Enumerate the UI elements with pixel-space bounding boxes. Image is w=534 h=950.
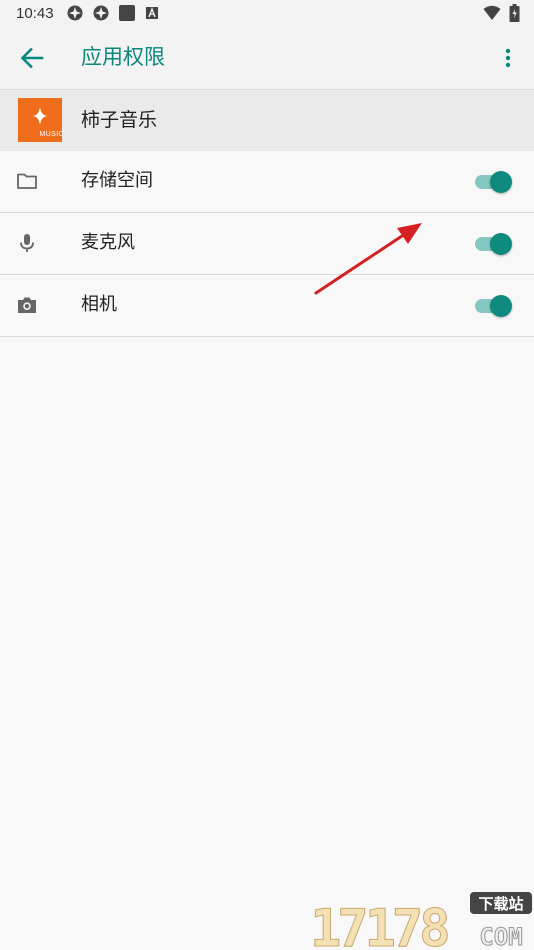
sync-icon: [67, 5, 83, 21]
arrow-left-icon: [20, 47, 44, 69]
status-bar: 10:43: [0, 0, 534, 27]
watermark-number: 17178: [310, 899, 448, 950]
toggle-thumb: [490, 233, 512, 255]
permission-row-microphone[interactable]: 麦克风: [0, 213, 534, 275]
status-system-icons: [483, 4, 520, 22]
back-button[interactable]: [18, 44, 46, 72]
permission-label: 麦克风: [81, 232, 135, 253]
toggle-thumb: [490, 171, 512, 193]
more-options-button[interactable]: [496, 46, 520, 70]
watermark-domain: COM: [479, 923, 522, 950]
folder-icon: [17, 173, 37, 189]
annotation-arrow: [314, 223, 422, 295]
site-watermark: 17178 下载站 COM: [310, 892, 532, 950]
storage-toggle[interactable]: [474, 170, 514, 194]
camera-icon: [18, 297, 36, 313]
battery-icon: [509, 4, 520, 22]
screen: 10:43 应用权限 MUSIC 柿子音乐 存储空间 麦克风 相机 17178 …: [0, 0, 534, 950]
app-bar: 应用权限: [0, 27, 534, 90]
more-vert-icon: [505, 48, 511, 68]
permission-row-storage[interactable]: 存储空间: [0, 151, 534, 213]
text-a-icon: [146, 7, 158, 19]
status-time: 10:43: [16, 5, 54, 22]
sync-icon: [93, 5, 109, 21]
square-icon: [119, 5, 135, 21]
camera-toggle[interactable]: [474, 294, 514, 318]
watermark-tag: 下载站: [478, 895, 523, 913]
status-notification-icons: [66, 4, 160, 22]
page-title: 应用权限: [81, 45, 165, 69]
permission-list: 存储空间 麦克风 相机: [0, 151, 534, 337]
microphone-toggle[interactable]: [474, 232, 514, 256]
permission-label: 存储空间: [81, 170, 153, 191]
permission-row-camera[interactable]: 相机: [0, 275, 534, 337]
app-name: 柿子音乐: [81, 109, 158, 131]
app-logo-text: MUSIC: [39, 131, 62, 138]
app-header: MUSIC 柿子音乐: [0, 90, 534, 151]
wifi-icon: [483, 5, 501, 20]
toggle-thumb: [490, 295, 512, 317]
microphone-icon: [20, 234, 34, 252]
app-logo: MUSIC: [18, 98, 62, 142]
permission-label: 相机: [81, 294, 117, 315]
